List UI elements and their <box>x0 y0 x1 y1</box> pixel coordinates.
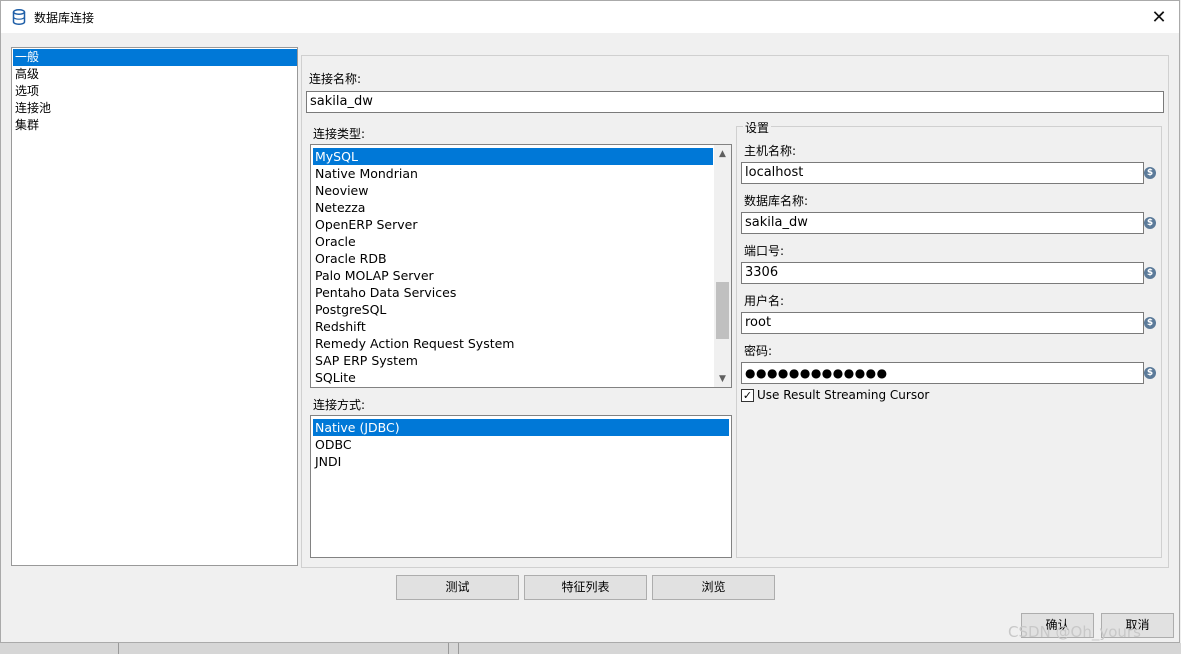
variable-icon[interactable]: $ <box>1144 167 1156 179</box>
database-icon <box>12 9 26 25</box>
connection-type-list[interactable]: MySQL Native Mondrian Neoview Netezza Op… <box>310 144 732 388</box>
list-item[interactable]: Palo MOLAP Server <box>313 267 434 284</box>
database-connection-dialog: 数据库连接 ✕ 一般 高级 选项 连接池 集群 连接名称: sakila_dw … <box>0 0 1180 643</box>
list-item[interactable]: SAP ERP System <box>313 352 418 369</box>
nav-item-options[interactable]: 选项 <box>13 83 297 100</box>
database-name-input[interactable]: sakila_dw <box>741 212 1144 234</box>
title-bar: 数据库连接 ✕ <box>1 1 1179 33</box>
username-label: 用户名: <box>744 294 785 308</box>
variable-icon[interactable]: $ <box>1144 217 1156 229</box>
streaming-cursor-checkbox[interactable]: ✓ <box>741 389 754 402</box>
access-method-list[interactable]: Native (JDBC) ODBC JNDI <box>310 415 732 558</box>
scroll-thumb[interactable] <box>716 282 729 339</box>
list-item[interactable]: MySQL <box>313 148 713 165</box>
list-item[interactable]: Pentaho Data Services <box>313 284 456 301</box>
list-item[interactable]: ODBC <box>313 436 352 453</box>
list-item[interactable]: JNDI <box>313 453 341 470</box>
host-input[interactable]: localhost <box>741 162 1144 184</box>
variable-icon[interactable]: $ <box>1144 367 1156 379</box>
category-nav: 一般 高级 选项 连接池 集群 <box>11 47 298 566</box>
divider <box>458 643 459 654</box>
list-item[interactable]: Netezza <box>313 199 365 216</box>
list-item[interactable]: OpenERP Server <box>313 216 417 233</box>
list-item[interactable]: Neoview <box>313 182 368 199</box>
database-name-label: 数据库名称: <box>744 194 809 208</box>
connection-name-input[interactable]: sakila_dw <box>306 91 1164 113</box>
explore-button[interactable]: 浏览 <box>652 575 775 600</box>
watermark: CSDN @Oh_yours <box>1008 623 1141 641</box>
username-input[interactable]: root <box>741 312 1144 334</box>
feature-list-button[interactable]: 特征列表 <box>524 575 647 600</box>
settings-title: 设置 <box>743 119 772 136</box>
password-input[interactable]: ●●●●●●●●●●●●● <box>741 362 1144 384</box>
scroll-down-icon[interactable]: ▼ <box>714 370 731 387</box>
list-item[interactable]: Native Mondrian <box>313 165 418 182</box>
nav-item-pooling[interactable]: 连接池 <box>13 100 297 117</box>
variable-icon[interactable]: $ <box>1144 267 1156 279</box>
connection-name-label: 连接名称: <box>309 72 362 86</box>
nav-item-advanced[interactable]: 高级 <box>13 66 297 83</box>
port-input[interactable]: 3306 <box>741 262 1144 284</box>
divider <box>118 643 119 654</box>
password-label: 密码: <box>744 344 773 358</box>
list-item[interactable]: Oracle <box>313 233 356 250</box>
list-item[interactable]: PostgreSQL <box>313 301 386 318</box>
port-label: 端口号: <box>744 244 785 258</box>
connection-type-scrollbar[interactable]: ▲ ▼ <box>714 145 731 387</box>
list-item[interactable]: Redshift <box>313 318 366 335</box>
host-label: 主机名称: <box>744 144 797 158</box>
connection-type-label: 连接类型: <box>313 127 366 141</box>
list-item[interactable]: Remedy Action Request System <box>313 335 514 352</box>
variable-icon[interactable]: $ <box>1144 317 1156 329</box>
window-title: 数据库连接 <box>34 11 95 25</box>
nav-item-general[interactable]: 一般 <box>13 49 297 66</box>
test-button[interactable]: 测试 <box>396 575 519 600</box>
scroll-up-icon[interactable]: ▲ <box>714 145 731 162</box>
settings-group <box>736 126 1162 558</box>
close-icon: ✕ <box>1151 6 1167 28</box>
list-item[interactable]: Native (JDBC) <box>313 419 729 436</box>
close-button[interactable]: ✕ <box>1139 1 1179 33</box>
background-window-edge <box>0 643 1181 654</box>
streaming-cursor-label: Use Result Streaming Cursor <box>757 388 930 402</box>
list-item[interactable]: SQLite <box>313 369 356 386</box>
checkmark-icon: ✓ <box>742 389 753 402</box>
divider <box>448 643 449 654</box>
nav-item-cluster[interactable]: 集群 <box>13 117 297 134</box>
list-item[interactable]: Oracle RDB <box>313 250 387 267</box>
access-method-label: 连接方式: <box>313 398 366 412</box>
